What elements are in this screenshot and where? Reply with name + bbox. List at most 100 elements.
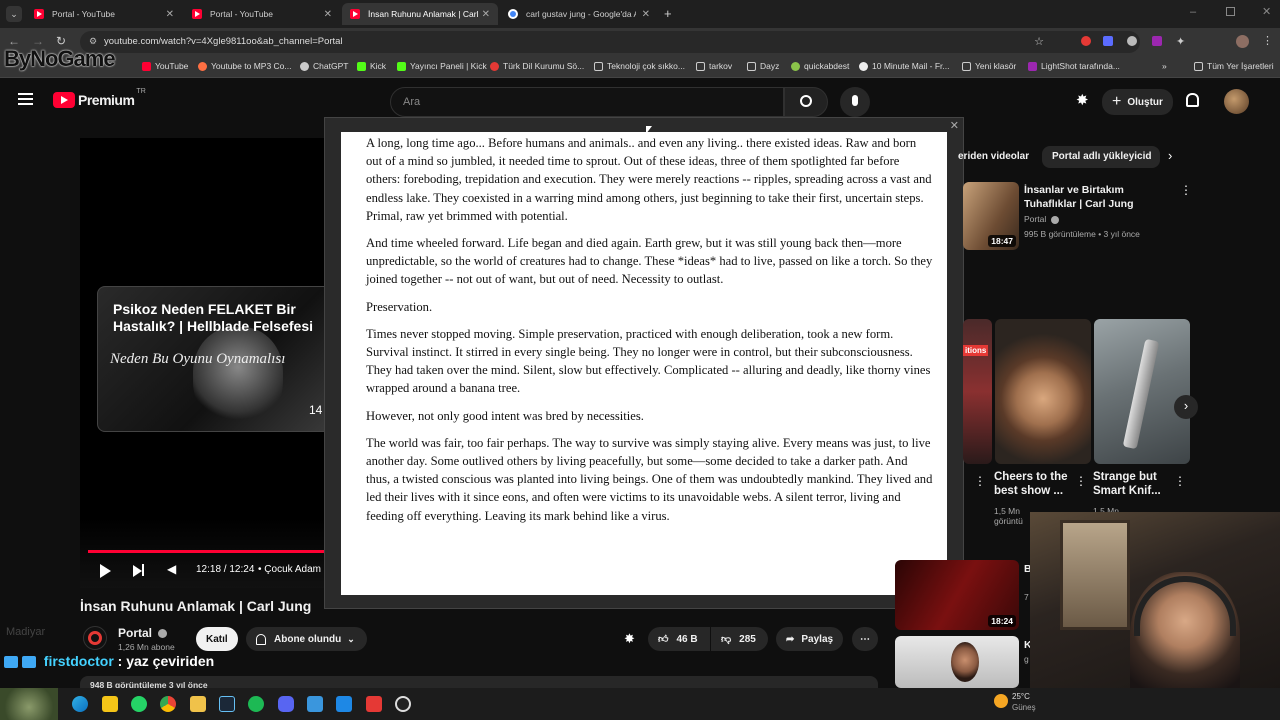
dislike-button[interactable]: 👎︎ 285 [711,627,768,651]
gear-icon[interactable]: ✸ [1076,91,1089,109]
chapter-label[interactable]: • Çocuk Adam [258,564,321,575]
bookmarks-more[interactable]: » [1162,61,1167,71]
tab-portal-2[interactable]: Portal - YouTube ✕ [184,3,340,25]
all-bookmarks[interactable]: Tüm Yer İşaretleri [1194,61,1274,71]
more-actions-button[interactable]: ⋯ [852,627,878,651]
more-options-icon[interactable]: ⋮ [1174,474,1186,488]
minimize-icon[interactable]: – [1190,6,1196,18]
bookmark-folder-dayz[interactable]: Dayz [747,61,779,71]
file-explorer-icon[interactable] [190,696,206,712]
acrobat-icon[interactable] [366,696,382,712]
endscreen-card[interactable]: Psikoz Neden FELAKET Bir Hastalık? | Hel… [97,286,332,432]
store-icon[interactable] [307,696,323,712]
tab-label: Portal - YouTube [210,9,274,19]
chrome-icon[interactable] [160,696,176,712]
bookmark-tdk[interactable]: Türk Dil Kurumu Sö... [490,61,584,71]
bookmark-kick-panel[interactable]: Yayıncı Paneli | Kick [397,61,487,71]
browser-menu-icon[interactable]: ⋮ [1262,34,1273,47]
sticky-notes-icon[interactable] [102,696,118,712]
tab-label: carl gustav jung - Google'da Ar [526,9,636,19]
next-icon [133,565,142,577]
more-options-icon[interactable]: ⋮ [1075,474,1087,488]
chip-related[interactable]: eriden videolar [958,146,1039,168]
channel-name[interactable]: Portal [118,626,168,640]
whatsapp-icon[interactable] [131,696,147,712]
video-thumbnail[interactable]: 18:47 [963,182,1019,250]
bookmark-star-icon[interactable]: ☆ [1034,35,1044,48]
extension-icon[interactable] [1081,36,1091,46]
share-button[interactable]: ➦ Paylaş [776,627,844,651]
short-title[interactable]: Cheers to the best show ... [994,470,1072,498]
bookmark-kick[interactable]: Kick [357,61,386,71]
bookmark-folder-yeni[interactable]: Yeni klasör [962,61,1016,71]
account-avatar[interactable] [1224,89,1249,114]
tab-carl-jung[interactable]: İnsan Ruhunu Anlamak | Carl Ju ✕ [342,3,498,25]
new-tab-icon[interactable]: + [664,6,672,21]
youtube-logo[interactable]: Premium TR [53,88,146,108]
close-tab-icon[interactable]: ✕ [482,9,490,20]
obs-icon[interactable] [395,696,411,712]
weather-icon[interactable] [994,694,1008,708]
player-progress-bar[interactable] [88,550,332,553]
channel-name[interactable]: Portal [1024,214,1059,224]
tab-portal-1[interactable]: Portal - YouTube ✕ [26,3,182,25]
next-shorts-button[interactable]: › [1174,395,1198,419]
bookmark-mp3[interactable]: Youtube to MP3 Co... [198,61,292,71]
thumbs-down-icon: 👎︎ [721,634,732,645]
mouse-cursor-icon [646,126,652,134]
bookmark-folder-teknoloji[interactable]: Teknoloji çok sıkko... [594,61,685,71]
play-button[interactable] [100,564,111,578]
create-button[interactable]: + Oluştur [1102,89,1173,115]
chip-uploader[interactable]: Portal adlı yükleyicid [1042,146,1160,168]
more-options-icon[interactable]: ⋮ [974,474,986,488]
edge-icon[interactable] [72,696,88,712]
next-button[interactable] [133,564,144,582]
close-tab-icon[interactable]: ✕ [642,9,650,20]
bookmark-youtube[interactable]: YouTube [142,61,188,71]
video-thumbnail[interactable]: 18:24 [895,560,1019,630]
close-tab-icon[interactable]: ✕ [166,9,174,20]
tab-google-search[interactable]: carl gustav jung - Google'da Ar ✕ [500,3,658,25]
search-button[interactable] [784,87,828,117]
extensions-puzzle-icon[interactable]: ✦ [1176,35,1185,48]
extension-icon[interactable] [1127,36,1137,46]
chevron-right-icon[interactable]: › [1168,148,1172,163]
volume-icon[interactable]: ◀ [167,562,176,576]
bookmark-10minutemail[interactable]: 10 Minute Mail - Fr... [859,61,949,71]
folder-icon [594,61,603,71]
voice-search-button[interactable] [840,87,870,117]
more-options-icon[interactable]: ⋮ [1180,183,1192,197]
spotify-icon[interactable] [248,696,264,712]
short-title[interactable]: Strange but Smart Knif... [1093,470,1171,498]
maximize-icon[interactable] [1226,7,1235,16]
player-bottom-gradient [80,518,332,588]
short-thumbnail[interactable] [995,319,1091,464]
tab-list-icon[interactable]: ⌄ [6,6,22,22]
search-input[interactable]: Ara [390,87,784,117]
notifications-bell-icon[interactable] [1186,93,1199,107]
short-thumbnail-partial[interactable]: itions [963,319,992,464]
like-button[interactable]: 👍︎ 46 B [648,627,710,651]
channel-avatar[interactable] [83,626,107,650]
hamburger-menu-icon[interactable] [18,93,33,105]
close-icon[interactable]: ✕ [950,119,959,132]
bookmark-quickabdest[interactable]: quickabdest [791,61,849,71]
profile-avatar[interactable] [1236,35,1249,48]
document-paragraph: However, not only good intent was bred b… [366,408,644,423]
url-input[interactable]: ⚙ youtube.com/watch?v=4Xgle9811oo&ab_cha… [80,31,1140,53]
video-title[interactable]: İnsanlar ve Birtakım Tuhaflıklar | Carl … [1024,183,1174,211]
subscribed-button[interactable]: Abone olundu ⌄ [246,627,367,651]
close-window-icon[interactable]: ✕ [1262,5,1271,18]
video-thumbnail[interactable] [895,636,1019,688]
bookmark-lightshot[interactable]: LightShot tarafında... [1028,61,1120,71]
short-thumbnail[interactable] [1094,319,1190,464]
extension-icon[interactable] [1152,36,1162,46]
close-tab-icon[interactable]: ✕ [324,9,332,20]
bookmark-chatgpt[interactable]: ChatGPT [300,61,348,71]
bookmark-folder-tarkov[interactable]: tarkov [696,61,732,71]
extension-icon[interactable] [1103,36,1113,46]
app-icon[interactable] [336,696,352,712]
join-button[interactable]: Katıl [196,627,238,651]
steam-icon[interactable] [219,696,235,712]
discord-icon[interactable] [278,696,294,712]
